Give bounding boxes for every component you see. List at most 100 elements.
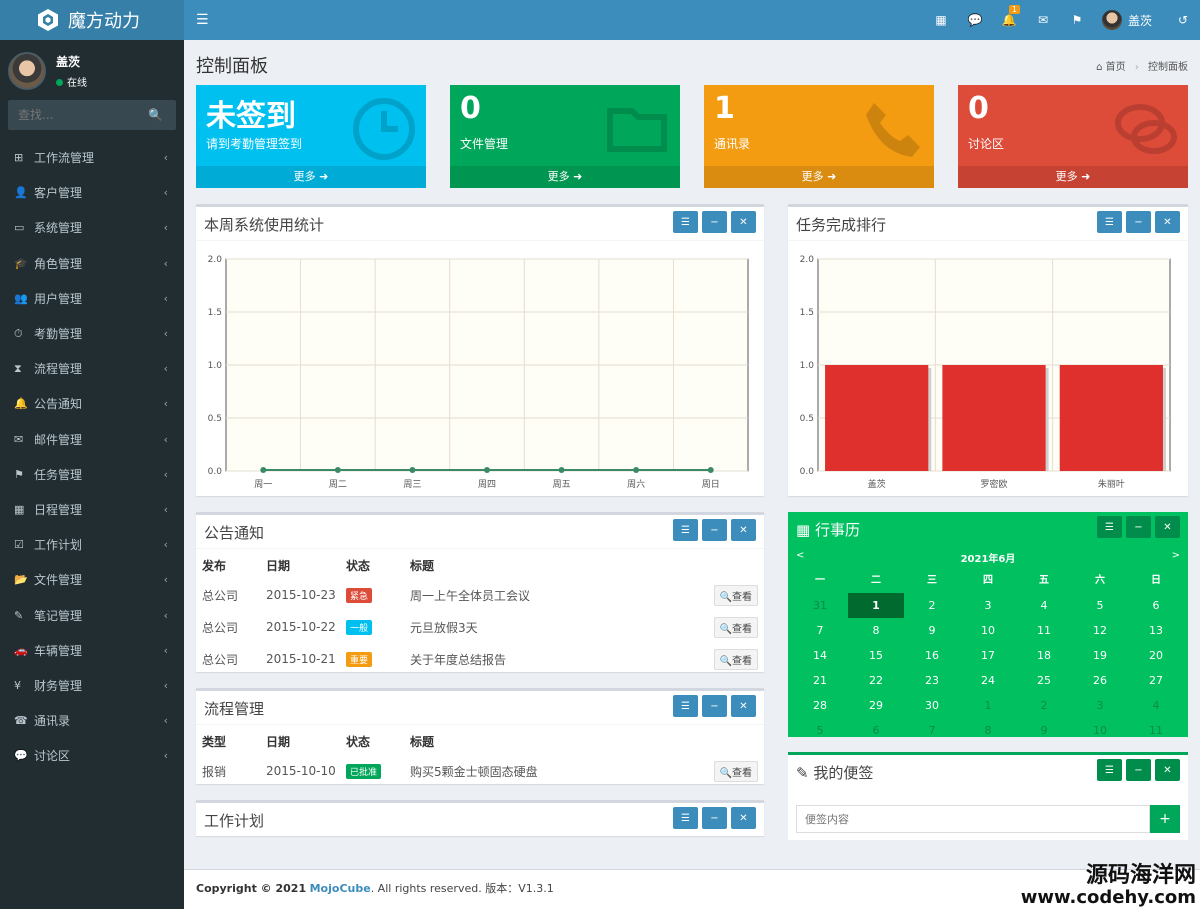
sidebar-item[interactable]: 📂 文件管理 ‹: [0, 562, 184, 597]
calendar-day[interactable]: 21: [792, 668, 848, 693]
sidebar-item[interactable]: ☑ 工作计划 ‹: [0, 527, 184, 562]
menu-button[interactable]: ☰: [673, 807, 698, 829]
menu-button[interactable]: ☰: [673, 211, 698, 233]
more-info-link[interactable]: 更多 ➜: [704, 166, 934, 188]
calendar-day[interactable]: 15: [848, 643, 904, 668]
sidebar-item[interactable]: 🔔 公告通知 ‹: [0, 386, 184, 421]
qrcode-icon[interactable]: ▦: [924, 13, 958, 27]
calendar-day[interactable]: 17: [960, 643, 1016, 668]
view-button[interactable]: 🔍查看: [713, 648, 758, 670]
calendar-day[interactable]: 25: [1016, 668, 1072, 693]
sidebar-item[interactable]: ✎ 笔记管理 ‹: [0, 597, 184, 632]
view-button[interactable]: 🔍查看: [713, 616, 758, 638]
calendar-day[interactable]: 8: [960, 718, 1016, 743]
note-input[interactable]: [796, 805, 1150, 833]
menu-button[interactable]: ☰: [1097, 211, 1122, 233]
view-button[interactable]: 🔍查看: [713, 584, 758, 606]
bar[interactable]: [942, 365, 1046, 471]
calendar-day[interactable]: 9: [904, 618, 960, 643]
menu-button[interactable]: ☰: [673, 695, 698, 717]
calendar-day[interactable]: 16: [904, 643, 960, 668]
calendar-day[interactable]: 26: [1072, 668, 1128, 693]
calendar-day[interactable]: 13: [1128, 618, 1184, 643]
more-info-link[interactable]: 更多 ➜: [958, 166, 1188, 188]
sidebar-item[interactable]: ⊞ 工作流管理 ‹: [0, 140, 184, 175]
data-point[interactable]: [409, 467, 416, 473]
sidebar-item[interactable]: ⧗ 流程管理 ‹: [0, 351, 184, 386]
calendar-day[interactable]: 20: [1128, 643, 1184, 668]
close-button[interactable]: ✕: [731, 807, 756, 829]
close-button[interactable]: ✕: [731, 211, 756, 233]
calendar-day[interactable]: 10: [1072, 718, 1128, 743]
breadcrumb-home[interactable]: 首页: [1106, 62, 1126, 73]
data-point[interactable]: [260, 467, 267, 473]
add-note-button[interactable]: +: [1150, 805, 1180, 833]
calendar-day[interactable]: 14: [792, 643, 848, 668]
close-button[interactable]: ✕: [1155, 211, 1180, 233]
sidebar-item[interactable]: ⚑ 任务管理 ‹: [0, 457, 184, 492]
calendar-month[interactable]: 2021年6月: [788, 550, 1188, 565]
calendar-day[interactable]: 22: [848, 668, 904, 693]
sidebar-item[interactable]: ▭ 系统管理 ‹: [0, 210, 184, 245]
calendar-day[interactable]: 1: [960, 693, 1016, 718]
data-point[interactable]: [334, 467, 341, 473]
search-icon[interactable]: 🔍: [148, 108, 163, 122]
collapse-button[interactable]: −: [702, 807, 727, 829]
calendar-day[interactable]: 11: [1128, 718, 1184, 743]
sidebar-item[interactable]: ⏱ 考勤管理 ‹: [0, 316, 184, 351]
calendar-day[interactable]: 11: [1016, 618, 1072, 643]
collapse-button[interactable]: −: [702, 519, 727, 541]
menu-button[interactable]: ☰: [1097, 516, 1122, 538]
collapse-button[interactable]: −: [1126, 759, 1151, 781]
calendar-day[interactable]: 6: [1128, 593, 1184, 618]
calendar-day[interactable]: 5: [1072, 593, 1128, 618]
close-button[interactable]: ✕: [731, 519, 756, 541]
menu-button[interactable]: ☰: [673, 519, 698, 541]
calendar-day[interactable]: 10: [960, 618, 1016, 643]
bar[interactable]: [825, 365, 929, 471]
calendar-day[interactable]: 23: [904, 668, 960, 693]
calendar-day[interactable]: 30: [904, 693, 960, 718]
collapse-button[interactable]: −: [1126, 516, 1151, 538]
bell-icon[interactable]: 🔔 1: [992, 5, 1026, 27]
more-info-link[interactable]: 更多 ➜: [196, 166, 426, 188]
collapse-button[interactable]: −: [702, 211, 727, 233]
user-menu[interactable]: 盖茨: [1094, 10, 1166, 30]
calendar-day[interactable]: 6: [848, 718, 904, 743]
calendar-day[interactable]: 2: [904, 593, 960, 618]
history-icon[interactable]: ↺: [1166, 13, 1200, 27]
bar[interactable]: [1059, 365, 1163, 471]
calendar-day[interactable]: 18: [1016, 643, 1072, 668]
envelope-icon[interactable]: ✉: [1026, 13, 1060, 27]
collapse-button[interactable]: −: [702, 695, 727, 717]
sidebar-item[interactable]: ¥ 财务管理 ‹: [0, 668, 184, 703]
search-input[interactable]: [8, 108, 148, 122]
calendar-day[interactable]: 7: [792, 618, 848, 643]
collapse-button[interactable]: −: [1126, 211, 1151, 233]
calendar-day[interactable]: 29: [848, 693, 904, 718]
menu-button[interactable]: ☰: [1097, 759, 1122, 781]
calendar-day[interactable]: 3: [1072, 693, 1128, 718]
data-point[interactable]: [484, 467, 490, 473]
sidebar-item[interactable]: ✉ 邮件管理 ‹: [0, 422, 184, 457]
calendar-next-button[interactable]: >: [1172, 550, 1180, 561]
calendar-day[interactable]: 27: [1128, 668, 1184, 693]
calendar-day[interactable]: 4: [1128, 693, 1184, 718]
sidebar-toggle-icon[interactable]: ☰: [196, 12, 209, 28]
sidebar-item[interactable]: 🎓 角色管理 ‹: [0, 246, 184, 281]
footer-brand-link[interactable]: MojoCube: [310, 882, 371, 895]
calendar-day[interactable]: 1: [848, 593, 904, 618]
sidebar-item[interactable]: 💬 讨论区 ‹: [0, 738, 184, 773]
close-button[interactable]: ✕: [1155, 516, 1180, 538]
calendar-day[interactable]: 2: [1016, 693, 1072, 718]
calendar-day[interactable]: 19: [1072, 643, 1128, 668]
calendar-day[interactable]: 28: [792, 693, 848, 718]
close-button[interactable]: ✕: [731, 695, 756, 717]
close-button[interactable]: ✕: [1155, 759, 1180, 781]
calendar-day[interactable]: 8: [848, 618, 904, 643]
calendar-day[interactable]: 12: [1072, 618, 1128, 643]
sidebar-item[interactable]: ▦ 日程管理 ‹: [0, 492, 184, 527]
logo[interactable]: 魔方动力: [0, 0, 184, 40]
data-point[interactable]: [707, 467, 714, 473]
calendar-day[interactable]: 3: [960, 593, 1016, 618]
